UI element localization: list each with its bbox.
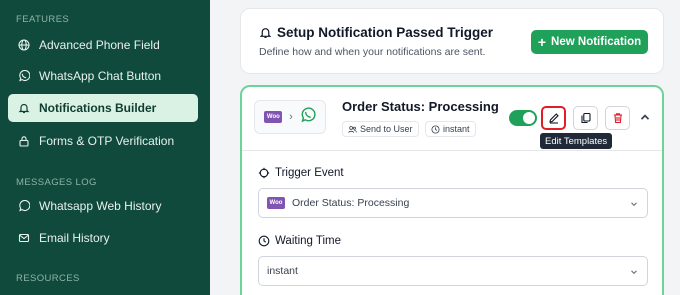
globe-icon [18, 39, 30, 51]
sidebar-item-notifications-builder[interactable]: Notifications Builder [8, 94, 198, 122]
sidebar: FEATURES Advanced Phone Field WhatsApp C… [0, 0, 210, 295]
recipient-chip-label: Send to User [360, 124, 413, 134]
sidebar-item-label: WhatsApp Chat Button [39, 69, 162, 83]
flow-indicator: Woo › [254, 100, 326, 134]
waiting-time-label-text: Waiting Time [275, 235, 342, 247]
bell-icon [259, 28, 272, 38]
notification-title: Order Status: Processing [342, 99, 499, 114]
whatsapp-icon [18, 70, 30, 82]
trigger-event-value: Order Status: Processing [292, 197, 410, 209]
timing-chip: instant [425, 121, 476, 137]
new-notification-label: New Notification [551, 36, 642, 48]
clock-icon [258, 235, 270, 247]
history-icon [18, 200, 30, 212]
waiting-time-value: instant [267, 265, 298, 277]
toggle-knob [523, 112, 535, 124]
section-label-resources: RESOURCES [16, 273, 80, 284]
section-label-features: FEATURES [16, 14, 70, 25]
sidebar-item-whatsapp-chat-button[interactable]: WhatsApp Chat Button [8, 62, 198, 90]
timing-chip-label: instant [443, 124, 470, 134]
sidebar-item-label: Advanced Phone Field [39, 38, 160, 52]
lock-icon [18, 135, 30, 147]
woocommerce-icon: Woo [267, 197, 285, 209]
notification-header: Woo › Order Status: Processing Send to U… [242, 87, 662, 151]
pencil-icon [548, 113, 559, 124]
notification-card: Woo › Order Status: Processing Send to U… [240, 85, 664, 295]
clock-icon [431, 124, 440, 134]
waiting-time-label: Waiting Time [258, 235, 341, 247]
delete-button[interactable] [605, 106, 630, 130]
trigger-event-label-text: Trigger Event [275, 167, 344, 179]
section-label-messages-log: MESSAGES LOG [16, 177, 97, 188]
crosshair-icon [258, 167, 270, 179]
chevron-down-icon [631, 270, 637, 275]
whatsapp-icon [300, 106, 316, 128]
plus-icon: + [537, 34, 547, 50]
sidebar-item-whatsapp-web-history[interactable]: Whatsapp Web History [8, 192, 198, 220]
edit-templates-button[interactable] [541, 106, 566, 130]
chevron-up-icon [640, 114, 650, 120]
new-notification-button[interactable]: + New Notification [531, 30, 648, 54]
enable-toggle[interactable] [509, 110, 537, 126]
sidebar-item-email-history[interactable]: Email History [8, 224, 198, 252]
trigger-event-label: Trigger Event [258, 167, 344, 179]
sidebar-item-label: Forms & OTP Verification [39, 134, 175, 148]
page-title-text: Setup Notification Passed Trigger [277, 25, 494, 40]
main-content: Setup Notification Passed Trigger Define… [210, 0, 680, 295]
woocommerce-icon: Woo [264, 111, 283, 123]
waiting-time-select[interactable]: instant [258, 256, 648, 286]
sidebar-item-forms-otp[interactable]: Forms & OTP Verification [8, 127, 198, 155]
copy-icon [580, 112, 591, 124]
trigger-event-select[interactable]: Woo Order Status: Processing [258, 188, 648, 218]
sidebar-item-advanced-phone-field[interactable]: Advanced Phone Field [8, 31, 198, 59]
arrow-right-icon: › [289, 111, 293, 123]
bell-icon [18, 102, 30, 114]
mail-icon [18, 232, 30, 244]
trash-icon [613, 113, 622, 124]
sidebar-item-label: Whatsapp Web History [39, 199, 162, 213]
sidebar-item-label: Notifications Builder [39, 101, 157, 115]
sidebar-item-label: Email History [39, 231, 110, 245]
page-title: Setup Notification Passed Trigger [259, 25, 493, 40]
edit-templates-tooltip: Edit Templates [540, 133, 613, 149]
collapse-button[interactable] [638, 110, 652, 124]
recipient-chip: Send to User [342, 121, 419, 137]
header-card: Setup Notification Passed Trigger Define… [240, 8, 664, 74]
page-subtitle: Define how and when your notifications a… [259, 46, 486, 58]
users-icon [348, 125, 357, 133]
duplicate-button[interactable] [573, 106, 598, 130]
chevron-down-icon [631, 202, 637, 207]
